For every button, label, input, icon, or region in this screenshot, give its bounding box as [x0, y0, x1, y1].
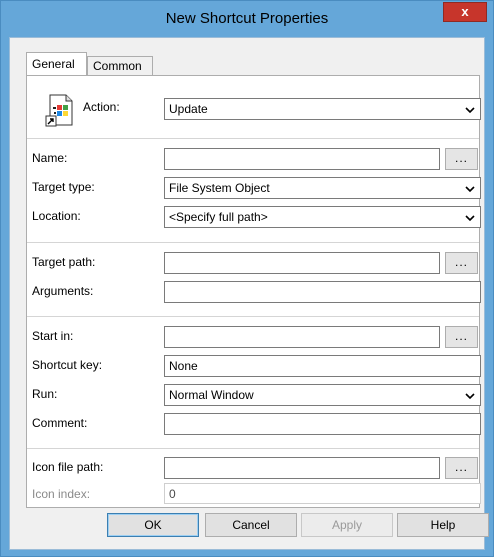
target-type-value: File System Object: [169, 181, 270, 195]
name-field[interactable]: [164, 148, 440, 170]
target-path-browse-button[interactable]: ...: [445, 252, 478, 274]
shortcut-icon: [45, 94, 73, 127]
separator: [27, 138, 479, 139]
location-value: <Specify full path>: [169, 210, 268, 224]
target-type-label: Target type:: [32, 180, 95, 194]
run-label: Run:: [32, 387, 58, 401]
apply-button: Apply: [301, 513, 393, 537]
arguments-label: Arguments:: [32, 284, 94, 298]
name-label: Name:: [32, 151, 68, 165]
icon-index-label: Icon index:: [32, 487, 91, 501]
close-button[interactable]: x: [443, 2, 487, 22]
start-in-label: Start in:: [32, 329, 74, 343]
separator: [27, 448, 479, 449]
general-tab-panel: Action: Update Name: ... Target type: Fi…: [26, 75, 481, 508]
cancel-button[interactable]: Cancel: [205, 513, 297, 537]
target-path-label: Target path:: [32, 255, 96, 269]
comment-field[interactable]: [164, 413, 481, 435]
arguments-field[interactable]: [164, 281, 481, 303]
tab-general[interactable]: General: [26, 52, 87, 75]
chevron-down-icon: [465, 215, 475, 222]
comment-label: Comment:: [32, 416, 88, 430]
location-dropdown[interactable]: <Specify full path>: [164, 206, 481, 228]
name-browse-button[interactable]: ...: [445, 148, 478, 170]
run-dropdown[interactable]: Normal Window: [164, 384, 481, 406]
dialog-window: New Shortcut Properties x General Common…: [0, 0, 494, 557]
start-in-field[interactable]: [164, 326, 440, 348]
icon-file-path-browse-button[interactable]: ...: [445, 457, 478, 479]
tab-common[interactable]: Common: [87, 56, 153, 76]
shortcut-key-label: Shortcut key:: [32, 358, 103, 372]
help-button[interactable]: Help: [397, 513, 489, 537]
window-title: New Shortcut Properties: [165, 10, 329, 27]
ok-button[interactable]: OK: [107, 513, 199, 537]
title-bar[interactable]: New Shortcut Properties x: [1, 1, 493, 37]
icon-file-path-label: Icon file path:: [32, 460, 104, 474]
target-type-dropdown[interactable]: File System Object: [164, 177, 481, 199]
separator: [27, 242, 479, 243]
run-value: Normal Window: [169, 388, 254, 402]
action-label: Action:: [83, 100, 120, 114]
chevron-down-icon: [465, 393, 475, 400]
chevron-down-icon: [465, 107, 475, 114]
target-path-field[interactable]: [164, 252, 440, 274]
icon-index-field: 0: [164, 483, 481, 504]
action-value: Update: [169, 102, 208, 116]
action-dropdown[interactable]: Update: [164, 98, 481, 120]
chevron-down-icon: [465, 186, 475, 193]
dialog-client-area: General Common Action: Update Name: ... …: [9, 37, 485, 550]
start-in-browse-button[interactable]: ...: [445, 326, 478, 348]
icon-file-path-field[interactable]: [164, 457, 440, 479]
separator: [27, 316, 479, 317]
location-label: Location:: [32, 209, 81, 223]
shortcut-key-field[interactable]: None: [164, 355, 481, 377]
